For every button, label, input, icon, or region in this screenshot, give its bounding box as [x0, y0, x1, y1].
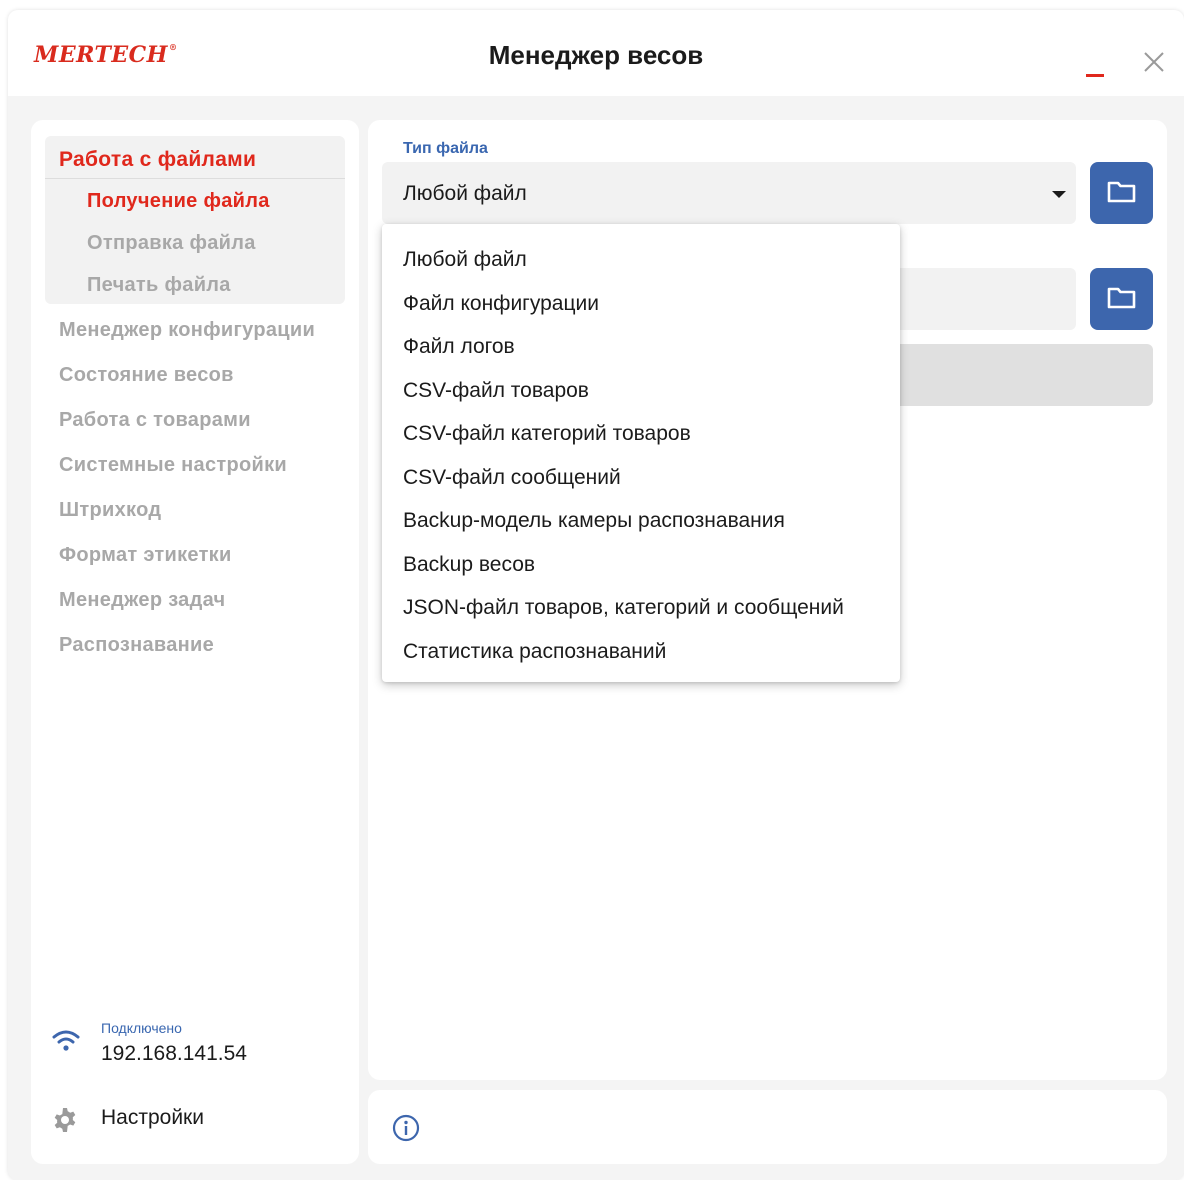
file-type-label: Тип файла	[403, 140, 488, 157]
title-bar: MERTECH® Менеджер весов	[8, 10, 1184, 96]
close-icon[interactable]	[1140, 48, 1168, 76]
sidebar-item-barcode[interactable]: Штрихкод	[59, 499, 161, 522]
dropdown-option[interactable]: CSV-файл сообщений	[382, 456, 900, 500]
connection-label: Подключено	[101, 1020, 182, 1036]
dropdown-option[interactable]: CSV-файл категорий товаров	[382, 412, 900, 456]
dropdown-option[interactable]: JSON-файл товаров, категорий и сообщений	[382, 586, 900, 630]
sidebar-item-scale-status[interactable]: Состояние весов	[59, 364, 234, 387]
sidebar-item-task-manager[interactable]: Менеджер задач	[59, 589, 225, 612]
dropdown-option[interactable]: Файл конфигурации	[382, 282, 900, 326]
sidebar-item-send-file[interactable]: Отправка файла	[87, 232, 256, 255]
sidebar: Работа с файлами Получение файла Отправк…	[31, 120, 359, 1164]
file-type-dropdown: Любой файл Файл конфигурации Файл логов …	[382, 224, 900, 682]
footer-bar	[368, 1090, 1167, 1164]
dropdown-option[interactable]: Файл логов	[382, 325, 900, 369]
divider	[45, 178, 345, 179]
sidebar-item-print-file[interactable]: Печать файла	[87, 274, 231, 297]
dropdown-option[interactable]: Статистика распознаваний	[382, 630, 900, 674]
gear-icon	[54, 1108, 76, 1132]
folder-icon	[1107, 287, 1136, 309]
browse-folder-button-2[interactable]	[1090, 268, 1153, 330]
sidebar-item-receive-file[interactable]: Получение файла	[87, 190, 270, 213]
browse-folder-button[interactable]	[1090, 162, 1153, 224]
sidebar-item-products[interactable]: Работа с товарами	[59, 409, 251, 432]
nav-group-title[interactable]: Работа с файлами	[59, 148, 256, 172]
sidebar-item-config-manager[interactable]: Менеджер конфигурации	[59, 319, 315, 342]
folder-icon	[1107, 181, 1136, 203]
dropdown-option[interactable]: Любой файл	[382, 238, 900, 282]
wifi-icon	[52, 1030, 80, 1051]
sidebar-item-system-settings[interactable]: Системные настройки	[59, 454, 287, 477]
window-title: Менеджер весов	[488, 40, 704, 70]
caret-down-icon	[1052, 191, 1066, 198]
sidebar-item-recognition[interactable]: Распознавание	[59, 634, 214, 657]
settings-label: Настройки	[101, 1106, 204, 1129]
sidebar-item-label-format[interactable]: Формат этикетки	[59, 544, 232, 567]
dropdown-option[interactable]: CSV-файл товаров	[382, 369, 900, 413]
dropdown-option[interactable]: Backup весов	[382, 543, 900, 587]
file-type-value: Любой файл	[403, 182, 527, 205]
file-type-select[interactable]: Любой файл	[382, 162, 1076, 224]
minimize-icon[interactable]	[1086, 50, 1106, 77]
connection-ip: 192.168.141.54	[101, 1042, 247, 1065]
dropdown-option[interactable]: Backup-модель камеры распознавания	[382, 499, 900, 543]
info-icon[interactable]	[392, 1114, 420, 1142]
nav-group-files: Работа с файлами Получение файла Отправк…	[45, 136, 345, 304]
